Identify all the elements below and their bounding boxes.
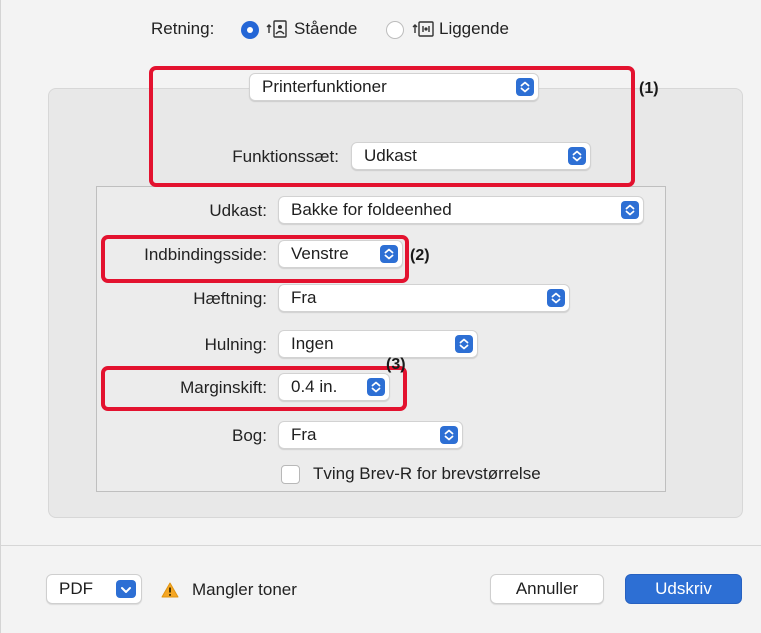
binding-value: Venstre: [291, 244, 349, 263]
udkast-popup[interactable]: Bakke for foldeenhed: [278, 196, 644, 224]
updown-chevron-icon: [455, 335, 473, 353]
book-value: Fra: [291, 425, 317, 444]
punching-label: Hulning:: [204, 335, 267, 354]
feature-set-popup[interactable]: Udkast: [351, 142, 591, 170]
punching-popup[interactable]: Ingen: [278, 330, 478, 358]
book-label: Bog:: [232, 426, 267, 445]
print-button[interactable]: Udskriv: [625, 574, 742, 604]
chevron-down-icon: [116, 580, 136, 598]
pdf-label: PDF: [59, 579, 93, 598]
stapling-value: Fra: [291, 288, 317, 307]
section-popup[interactable]: Printerfunktioner: [249, 73, 539, 101]
udkast-value: Bakke for foldeenhed: [291, 200, 452, 219]
updown-chevron-icon: [367, 378, 385, 396]
pdf-button[interactable]: PDF: [46, 574, 142, 604]
stapling-label: Hæftning:: [193, 289, 267, 308]
section-popup-value: Printerfunktioner: [262, 77, 387, 96]
udkast-label: Udkast:: [209, 201, 267, 220]
callout-number-3: (3): [386, 356, 406, 373]
landscape-orientation-icon: [412, 20, 434, 38]
updown-chevron-icon: [380, 245, 398, 263]
portrait-label[interactable]: Stående: [294, 19, 357, 39]
warning-text: Mangler toner: [192, 580, 297, 599]
updown-chevron-icon: [516, 78, 534, 96]
feature-set-value: Udkast: [364, 146, 417, 165]
radio-landscape[interactable]: [386, 21, 404, 39]
updown-chevron-icon: [568, 147, 586, 165]
updown-chevron-icon: [440, 426, 458, 444]
landscape-label[interactable]: Liggende: [439, 19, 509, 39]
binding-label: Indbindingsside:: [144, 245, 267, 264]
radio-portrait[interactable]: [241, 21, 259, 39]
binding-popup[interactable]: Venstre: [278, 240, 403, 268]
callout-number-1: (1): [639, 80, 659, 97]
cancel-button[interactable]: Annuller: [490, 574, 604, 604]
feature-set-label: Funktionssæt:: [232, 147, 339, 166]
portrait-orientation-icon: [266, 20, 288, 38]
margin-value: 0.4 in.: [291, 377, 338, 396]
print-dialog: Retning: Stående Liggende Printerfunktio…: [0, 0, 761, 633]
stapling-popup[interactable]: Fra: [278, 284, 570, 312]
orientation-label: Retning:: [151, 19, 215, 38]
punching-value: Ingen: [291, 334, 334, 353]
updown-chevron-icon: [621, 201, 639, 219]
warning-icon: [161, 582, 179, 598]
updown-chevron-icon: [547, 289, 565, 307]
force-letter-label[interactable]: Tving Brev-R for brevstørrelse: [313, 464, 541, 484]
force-letter-checkbox[interactable]: [281, 465, 300, 484]
margin-popup[interactable]: 0.4 in.: [278, 373, 390, 401]
callout-number-2: (2): [410, 247, 430, 264]
margin-label: Marginskift:: [180, 378, 267, 397]
footer-divider: [1, 545, 761, 546]
book-popup[interactable]: Fra: [278, 421, 463, 449]
